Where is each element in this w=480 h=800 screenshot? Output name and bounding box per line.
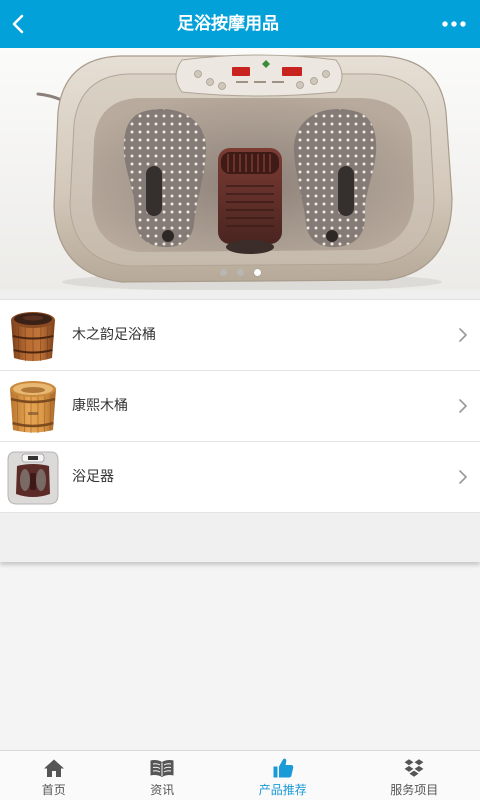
tab-label: 首页 (41, 783, 66, 797)
chevron-right-icon (459, 328, 467, 342)
tab-label: 资讯 (150, 783, 175, 797)
tab-services[interactable]: 服务项目 (390, 751, 438, 800)
tab-home[interactable]: 首页 (42, 751, 66, 800)
dropbox-icon (403, 757, 425, 779)
bottom-tab-bar: 首页 资讯 产品推荐 服务项目 (0, 750, 480, 800)
more-dots-icon (442, 21, 466, 27)
product-item[interactable]: 浴足器 (0, 442, 480, 513)
product-item[interactable]: 康熙木桶 (0, 371, 480, 442)
product-name: 康熙木桶 (72, 398, 128, 414)
product-name: 浴足器 (72, 469, 114, 485)
chevron-right-icon (459, 470, 467, 484)
product-item[interactable]: 木之韵足浴桶 (0, 300, 480, 371)
foot-bath-image (0, 48, 480, 290)
home-icon (43, 757, 65, 779)
product-banner[interactable] (0, 48, 480, 290)
app-header: 足浴按摩用品 (0, 0, 480, 48)
more-menu-button[interactable] (438, 12, 470, 36)
product-list: 木之韵足浴桶 康熙木桶 浴足器 (0, 299, 480, 562)
carousel-dot-active[interactable] (253, 269, 261, 276)
product-thumbnail (6, 377, 60, 435)
back-button[interactable] (2, 8, 34, 40)
carousel-indicator (0, 269, 480, 277)
chevron-left-icon (12, 14, 24, 34)
thumbs-up-icon (272, 757, 294, 779)
page-title: 足浴按摩用品 (177, 14, 279, 34)
book-icon (149, 757, 175, 779)
tab-label: 产品推荐 (258, 783, 307, 797)
tab-products[interactable]: 产品推荐 (259, 751, 307, 800)
product-thumbnail (6, 306, 60, 364)
carousel-dot[interactable] (219, 269, 227, 276)
tab-news[interactable]: 资讯 (149, 751, 175, 800)
chevron-right-icon (459, 399, 467, 413)
tab-label: 服务项目 (390, 783, 439, 797)
product-name: 木之韵足浴桶 (72, 327, 156, 343)
carousel-dot[interactable] (236, 269, 244, 276)
control-panel (175, 54, 343, 97)
product-thumbnail (6, 448, 60, 506)
massage-roller (218, 148, 282, 254)
